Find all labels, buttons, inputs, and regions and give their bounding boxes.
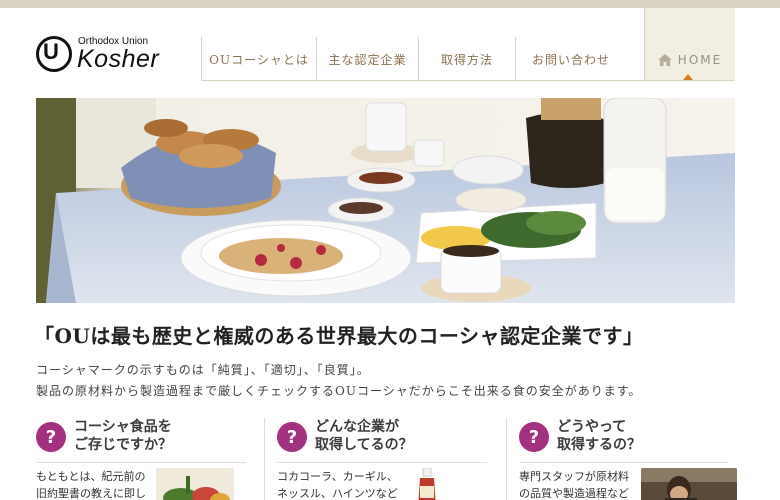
column-text-line-2: の品質や製造過程など [519,487,629,500]
ou-kosher-logo[interactable]: U Orthodox Union Kosher [36,36,176,76]
column-title[interactable]: どんな企業が 取得してるの？ [315,418,413,454]
column-title-line-1: どうやって [557,419,627,435]
column-text: 専門スタッフが原材料 の品質や製造過程など [519,468,629,500]
faq-column-kosher-food[interactable]: ? コーシャ食品を ご存じですか？ もともとは、紀元前の 旧約聖書の教えに即し [36,418,258,500]
hero-image [36,98,735,303]
column-title-line-1: どんな企業が [315,419,399,435]
intro-line-1: コーシャマークの示すものは「純質」、「適切」、「良質」。 [36,363,370,377]
question-mark-icon: ? [36,422,66,452]
logo-title: Kosher [77,45,160,73]
nav-divider [201,80,735,81]
column-title-line-1: コーシャ食品を [74,419,172,435]
column-text-line-1: コカコーラ、カーギル、 [277,470,398,483]
column-divider [36,462,246,463]
page-headline: 「OUは最も歴史と権威のある世界最大のコーシャ認定企業です」 [34,324,644,348]
logo-symbol: U [43,39,59,64]
column-text-line-1: 専門スタッフが原材料 [519,470,629,483]
vegetables-thumbnail [156,468,234,500]
column-title[interactable]: コーシャ食品を ご存じですか？ [74,418,172,454]
nav-item-home[interactable]: HOME [644,8,735,81]
question-mark-icon: ? [277,422,307,452]
nav-item-certified-companies[interactable]: 主な認定企業 [316,37,418,81]
faq-column-companies[interactable]: ? どんな企業が 取得してるの？ コカコーラ、カーギル、 ネッスル、ハインツなど [264,418,497,500]
column-text-line-1: もともとは、紀元前の [36,470,146,483]
ketchup-bottle-thumbnail [418,468,436,500]
nav-home-label: HOME [677,52,723,67]
breakfast-table-illustration [36,98,735,303]
faq-column-how-to-obtain[interactable]: ? どうやって 取得するの？ 専門スタッフが原材料 の品質や製造過程など [506,418,738,500]
top-bar [0,0,780,8]
question-mark-icon: ? [519,422,549,452]
column-title[interactable]: どうやって 取得するの？ [557,418,641,454]
nav-item-how-to-obtain[interactable]: 取得方法 [418,37,515,81]
column-text: コカコーラ、カーギル、 ネッスル、ハインツなど [277,468,398,500]
column-divider [277,462,487,463]
column-title-line-2: ご存じですか？ [74,437,172,453]
intro-line-2: 製品の原材料から製造過程まで厳しくチェックするOUコーシャだからこそ出来る食の安… [36,384,642,398]
column-divider [519,462,729,463]
intro-text: コーシャマークの示すものは「純質」、「適切」、「良質」。 製品の原材料から製造過… [36,360,756,402]
column-text: もともとは、紀元前の 旧約聖書の教えに即し [36,468,146,500]
nav-item-about[interactable]: OUコーシャとは [201,37,316,81]
column-text-line-2: 旧約聖書の教えに即し [36,487,146,500]
home-icon [657,53,672,66]
nav-item-contact[interactable]: お問い合わせ [515,37,626,81]
main-nav: OUコーシャとは 主な認定企業 取得方法 お問い合わせ [201,37,626,81]
column-title-line-2: 取得するの？ [557,437,641,453]
active-nav-indicator-icon [683,74,693,80]
inspector-photo-thumbnail [641,468,737,500]
column-title-line-2: 取得してるの？ [315,437,413,453]
column-text-line-2: ネッスル、ハインツなど [277,487,398,500]
